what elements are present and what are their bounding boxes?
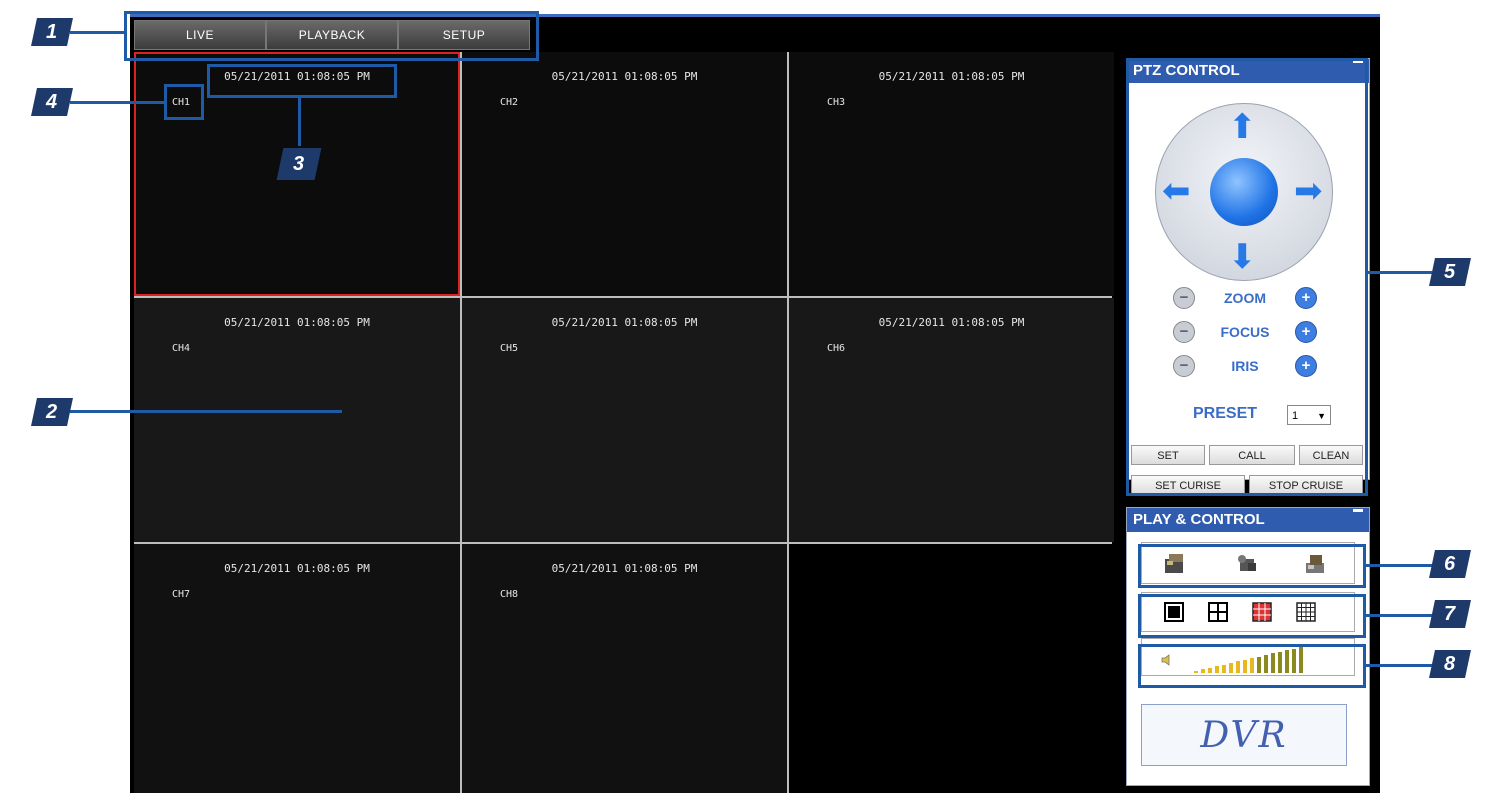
play-panel-header: PLAY & CONTROL: [1127, 508, 1369, 532]
callout-line-1: [70, 31, 125, 34]
callout-line-8: [1366, 664, 1432, 667]
timestamp: 05/21/2011 01:08:05 PM: [551, 70, 698, 83]
callout-badge-3: 3: [276, 148, 322, 180]
timestamp: 05/21/2011 01:08:05 PM: [878, 316, 1025, 329]
callout-frame-tabs: [124, 11, 539, 61]
callout-line-6: [1366, 564, 1432, 567]
callout-frame-volume: [1138, 644, 1366, 688]
camera-view-ch7[interactable]: 05/21/2011 01:08:05 PM CH7: [134, 544, 460, 793]
channel-label: CH7: [172, 589, 191, 600]
timestamp: 05/21/2011 01:08:05 PM: [224, 562, 370, 575]
camera-view-ch5[interactable]: 05/21/2011 01:08:05 PM CH5: [462, 298, 787, 542]
callout-badge-8: 8: [1429, 650, 1471, 678]
dvr-logo-text: DVR: [1200, 714, 1288, 756]
callout-badge-1: 1: [31, 18, 73, 46]
callout-line-7: [1366, 614, 1432, 617]
camera-view-ch8[interactable]: 05/21/2011 01:08:05 PM CH8: [462, 544, 787, 793]
callout-frame-layout: [1138, 594, 1366, 638]
camera-view-ch6[interactable]: 05/21/2011 01:08:05 PM CH6: [789, 298, 1114, 542]
channel-label: CH5: [500, 343, 519, 354]
callout-badge-6: 6: [1429, 550, 1471, 578]
channel-label: CH8: [500, 589, 519, 600]
callout-line-3: [298, 98, 301, 146]
callout-frame-capture: [1138, 544, 1366, 588]
callout-line-2: [70, 410, 342, 413]
camera-view-ch3[interactable]: 05/21/2011 01:08:05 PM CH3: [789, 52, 1114, 296]
callout-frame-timestamp: [207, 64, 397, 98]
timestamp: 05/21/2011 01:08:05 PM: [224, 316, 370, 329]
dvr-logo: DVR: [1141, 704, 1347, 766]
callout-badge-7: 7: [1429, 600, 1471, 628]
callout-badge-5: 5: [1429, 258, 1471, 286]
timestamp: 05/21/2011 01:08:05 PM: [878, 70, 1025, 83]
callout-frame-channel: [164, 84, 204, 120]
channel-label: CH2: [500, 97, 519, 108]
channel-label: CH4: [172, 343, 191, 354]
callout-frame-ptz: [1126, 58, 1368, 496]
channel-label: CH6: [827, 343, 846, 354]
callout-badge-4: 4: [31, 88, 73, 116]
callout-badge-2: 2: [31, 398, 73, 426]
play-panel-title: PLAY & CONTROL: [1133, 511, 1265, 528]
camera-view-empty[interactable]: [789, 544, 1114, 793]
camera-view-ch4[interactable]: 05/21/2011 01:08:05 PM CH4: [134, 298, 460, 542]
camera-view-ch2[interactable]: 05/21/2011 01:08:05 PM CH2: [462, 52, 787, 296]
callout-line-4: [70, 101, 165, 104]
channel-label: CH3: [827, 97, 846, 108]
timestamp: 05/21/2011 01:08:05 PM: [551, 316, 698, 329]
minimize-icon[interactable]: [1353, 509, 1363, 512]
timestamp: 05/21/2011 01:08:05 PM: [551, 562, 698, 575]
callout-line-5: [1368, 271, 1432, 274]
